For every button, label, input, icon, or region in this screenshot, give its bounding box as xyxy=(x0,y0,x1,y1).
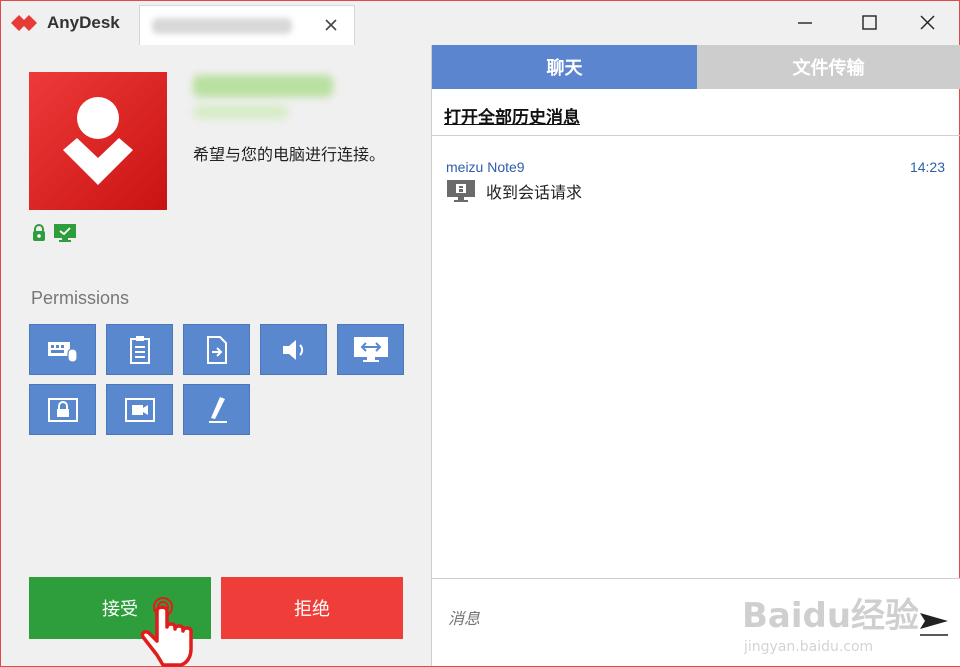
svg-text:jingyan.baidu.com: jingyan.baidu.com xyxy=(743,639,873,655)
permission-keyboard-mouse[interactable] xyxy=(29,324,96,375)
control-monitor-icon xyxy=(353,336,388,362)
reject-button[interactable]: 拒绝 xyxy=(221,577,403,639)
message-time: 14:23 xyxy=(909,159,945,175)
baidu-watermark: Baidu经验 jingyan.baidu.com xyxy=(742,596,918,655)
send-button[interactable] xyxy=(916,605,952,639)
minimize-icon[interactable] xyxy=(785,7,825,39)
clipboard-icon xyxy=(129,335,150,364)
anydesk-logo-icon xyxy=(11,15,37,31)
tab-chat[interactable]: 聊天 xyxy=(432,45,697,89)
remote-id-blurred xyxy=(193,105,288,119)
divider xyxy=(432,135,960,136)
brand: AnyDesk xyxy=(9,11,120,35)
app-name: AnyDesk xyxy=(47,13,120,32)
permission-file-transfer[interactable] xyxy=(183,324,250,375)
system-monitor-icon xyxy=(447,180,475,202)
chat-panel: 聊天 文件传输 打开全部历史消息 meizu Note9 14:23 收到会话请… xyxy=(431,45,960,666)
session-tab-label-blurred xyxy=(152,18,292,34)
remote-name-blurred xyxy=(193,75,333,97)
open-history-link[interactable]: 打开全部历史消息 xyxy=(444,103,580,128)
record-session-icon xyxy=(124,397,155,422)
permission-sound[interactable] xyxy=(260,324,327,375)
maximize-icon[interactable] xyxy=(849,7,889,39)
message-sender: meizu Note9 xyxy=(446,159,525,175)
keyboard-mouse-icon xyxy=(47,341,78,363)
tab-file-transfer[interactable]: 文件传输 xyxy=(697,45,960,89)
message-row: 收到会话请求 xyxy=(446,179,582,203)
permission-clipboard[interactable] xyxy=(106,324,173,375)
close-icon[interactable] xyxy=(320,14,342,36)
permission-control-monitor[interactable] xyxy=(337,324,404,375)
permission-record-session[interactable] xyxy=(106,384,173,435)
request-message: 希望与您的电脑进行连接。 xyxy=(193,145,386,164)
connection-status xyxy=(31,223,77,243)
session-tab[interactable] xyxy=(139,5,355,45)
pointing-hand-icon xyxy=(140,597,193,667)
message-input[interactable] xyxy=(448,611,698,629)
anydesk-window: AnyDesk 希望与您的电脑进行连接。 Permissions 接受 拒绝 聊… xyxy=(0,0,960,667)
permission-draw[interactable] xyxy=(183,384,250,435)
user-avatar-icon xyxy=(63,97,133,185)
message-text: 收到会话请求 xyxy=(486,183,583,202)
permission-lock-screen[interactable] xyxy=(29,384,96,435)
monitor-icon xyxy=(54,224,76,242)
message-input-area: Baidu经验 jingyan.baidu.com xyxy=(432,578,960,666)
file-transfer-icon xyxy=(206,335,227,364)
permissions-title: Permissions xyxy=(31,288,130,308)
draw-icon xyxy=(208,396,227,423)
chat-tabs: 聊天 文件传输 xyxy=(432,45,960,89)
title-bar: AnyDesk xyxy=(1,1,959,45)
lock-screen-icon xyxy=(47,397,78,422)
sound-icon xyxy=(282,339,303,360)
avatar xyxy=(29,72,167,210)
incoming-request-panel: 希望与您的电脑进行连接。 Permissions 接受 拒绝 xyxy=(1,45,431,667)
close-icon[interactable] xyxy=(907,7,947,39)
lock-icon xyxy=(33,224,45,241)
svg-text:Baidu经验: Baidu经验 xyxy=(742,596,918,636)
send-icon xyxy=(920,613,948,636)
